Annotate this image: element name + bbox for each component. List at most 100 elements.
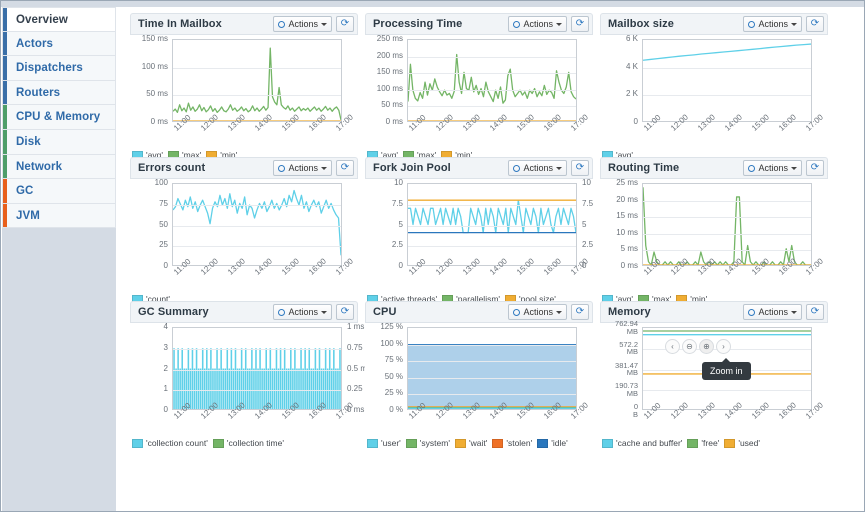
actions-button[interactable]: Actions xyxy=(743,160,802,176)
y-axis-label: 50 ms xyxy=(381,100,403,110)
dashboard-root: Overview Actors Dispatchers Routers CPU & Me… xyxy=(0,0,865,512)
chevron-down-icon xyxy=(556,310,562,314)
actions-button[interactable]: Actions xyxy=(743,16,802,32)
zoom-in-tooltip: Zoom in xyxy=(702,358,751,380)
refresh-button[interactable]: ⟳ xyxy=(336,160,354,176)
chart-legend: 'cache and buffer' 'free' 'used' xyxy=(602,438,834,448)
refresh-button[interactable]: ⟳ xyxy=(571,160,589,176)
actions-button[interactable]: Actions xyxy=(273,160,332,176)
pan-left-button[interactable]: ‹ xyxy=(665,339,680,354)
actions-button[interactable]: Actions xyxy=(508,16,567,32)
y-axis-label-right: 1 ms xyxy=(347,322,365,331)
y-axis-label: 572.2 MB xyxy=(619,339,638,357)
legend-label: 'cache and buffer' xyxy=(616,438,683,448)
legend-label: 'stolen' xyxy=(506,438,533,448)
actions-button[interactable]: Actions xyxy=(508,160,567,176)
refresh-button[interactable]: ⟳ xyxy=(336,16,354,32)
plot-area xyxy=(407,39,577,122)
y-axis-label: 50 % xyxy=(384,371,403,381)
y-axis-label: 4 K xyxy=(625,61,638,71)
gridline xyxy=(643,250,811,251)
zoom-in-button[interactable]: ⊕ xyxy=(699,339,714,354)
plot-area xyxy=(172,327,342,410)
gear-icon xyxy=(748,20,756,28)
sidebar-item-jvm[interactable]: JVM xyxy=(2,203,116,229)
sidebar-item-dispatchers[interactable]: Dispatchers xyxy=(2,56,116,81)
gridline xyxy=(173,390,341,391)
sidebar-item-label: JVM xyxy=(16,209,40,222)
panel-title: Time In Mailbox xyxy=(138,18,222,30)
panel-title: Processing Time xyxy=(373,18,463,30)
legend-label: 'user' xyxy=(381,438,401,448)
legend-label: 'free' xyxy=(701,438,720,448)
refresh-button[interactable]: ⟳ xyxy=(571,304,589,320)
actions-button[interactable]: Actions xyxy=(273,16,332,32)
legend-item: 'cache and buffer' xyxy=(602,438,682,448)
sidebar-item-label: GC xyxy=(16,185,34,198)
sidebar-item-accent xyxy=(3,203,7,228)
sidebar-item-actors[interactable]: Actors xyxy=(2,31,116,57)
sidebar-item-label: Dispatchers xyxy=(16,62,83,75)
legend-item: 'system' xyxy=(405,438,450,448)
chevron-down-icon xyxy=(556,22,562,26)
series-canvas xyxy=(173,47,341,121)
x-axis-labels: 11:00 12:00 13:00 14:00 15:00 16:00 17:00 xyxy=(172,113,355,150)
actions-button[interactable]: Actions xyxy=(508,304,567,320)
legend-label: 'collection count' xyxy=(146,438,208,448)
gridline xyxy=(408,378,576,379)
actions-label: Actions xyxy=(523,163,553,173)
series-canvas xyxy=(408,199,576,234)
gridline xyxy=(408,226,576,227)
refresh-button[interactable]: ⟳ xyxy=(571,16,589,32)
actions-label: Actions xyxy=(523,19,553,29)
sidebar-item-network[interactable]: Network xyxy=(2,154,116,180)
refresh-button[interactable]: ⟳ xyxy=(336,304,354,320)
zoom-out-button[interactable]: ⊖ xyxy=(682,339,697,354)
sidebar-item-disk[interactable]: Disk xyxy=(2,129,116,155)
legend-swatch xyxy=(537,438,549,448)
sidebar-item-accent xyxy=(3,154,7,179)
sidebar-item-gc[interactable]: GC xyxy=(2,179,116,204)
y-axis-label: 0 ms xyxy=(150,117,168,126)
sidebar-item-accent xyxy=(3,56,7,80)
refresh-button[interactable]: ⟳ xyxy=(806,160,824,176)
gear-icon xyxy=(278,308,286,316)
gear-icon xyxy=(513,308,521,316)
y-axis-label: 25 % xyxy=(384,388,403,398)
sidebar-item-cpu-memory[interactable]: CPU & Memory xyxy=(2,105,116,130)
panel-body: 0 ms 50 ms 100 ms 150 ms 200 ms 250 ms 11:00 12… xyxy=(365,35,593,160)
sidebar-item-accent xyxy=(3,179,7,203)
legend-item: 'wait' xyxy=(454,438,487,448)
y-axis-label: 150 ms xyxy=(141,34,168,43)
y-axis-label: 10 xyxy=(394,178,403,187)
y-axis-label: 0 xyxy=(163,261,168,270)
panel-header: GC Summary Actions ⟳ xyxy=(130,301,358,323)
x-axis-labels: 11:00 12:00 13:00 14:00 15:00 16:00 17:00 xyxy=(642,113,825,150)
gridline xyxy=(173,246,341,247)
gear-icon xyxy=(278,20,286,28)
sidebar-item-label: Network xyxy=(16,160,63,173)
refresh-button[interactable]: ⟳ xyxy=(806,16,824,32)
gridline xyxy=(173,349,341,350)
refresh-icon: ⟳ xyxy=(575,162,585,173)
gridline xyxy=(643,201,811,202)
chart-legend: 'collection count' 'collection time' xyxy=(132,438,364,448)
chevron-down-icon xyxy=(321,22,327,26)
plot-area xyxy=(172,183,342,266)
pan-right-button[interactable]: › xyxy=(716,339,731,354)
panel-header: Processing Time Actions ⟳ xyxy=(365,13,593,35)
actions-button[interactable]: Actions xyxy=(273,304,332,320)
legend-item: 'user' xyxy=(367,438,401,448)
sidebar-item-overview[interactable]: Overview xyxy=(2,7,116,32)
actions-label: Actions xyxy=(523,307,553,317)
series-canvas xyxy=(408,344,576,409)
x-axis-labels: 11:00 12:00 13:00 14:00 15:00 16:00 17:00 xyxy=(172,257,355,294)
refresh-button[interactable]: ⟳ xyxy=(806,304,824,320)
actions-button[interactable]: Actions xyxy=(743,304,802,320)
sidebar-item-routers[interactable]: Routers xyxy=(2,80,116,106)
gridline xyxy=(408,106,576,107)
plot-area xyxy=(642,183,812,266)
actions-label: Actions xyxy=(758,19,788,29)
panel-body: 0 2 K 4 K 6 K 11:00 12:00 13:00 14:00 15:00 16:00… xyxy=(600,35,828,160)
panel-header: CPU Actions ⟳ xyxy=(365,301,593,323)
